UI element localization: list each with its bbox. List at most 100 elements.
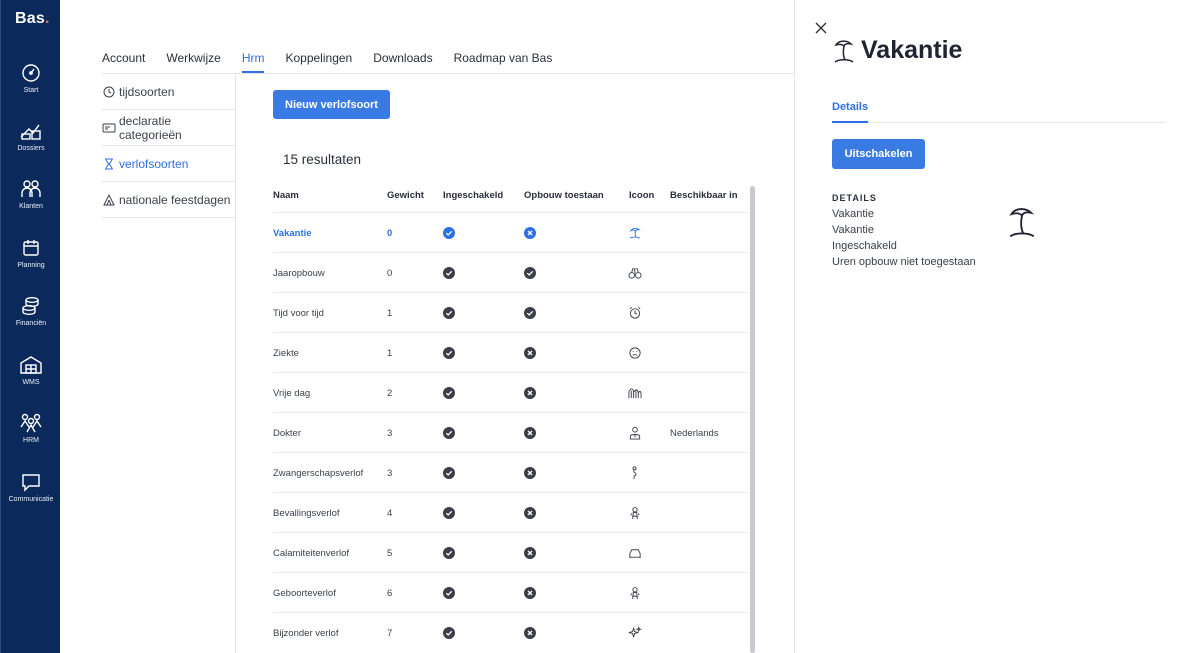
table-row[interactable]: Calamiteitenverlof 5 — [273, 532, 748, 572]
col-header-icoon[interactable]: Icoon — [629, 190, 654, 201]
nav-item-communicatie[interactable]: Communicatie — [1, 472, 61, 503]
sparkles-icon — [628, 613, 642, 653]
cell-gewicht: 3 — [387, 427, 393, 439]
palm-tree-icon — [832, 38, 856, 69]
detail-palm-tree-icon — [1006, 205, 1038, 244]
col-header-gewicht[interactable]: Gewicht — [387, 190, 424, 201]
panel-divider — [794, 0, 795, 653]
x-circle-icon — [524, 213, 536, 253]
detail-status: Ingeschakeld — [832, 240, 897, 252]
x-circle-icon — [524, 373, 536, 413]
col-header-beschikbaar[interactable]: Beschikbaar in — [670, 190, 738, 201]
col-header-naam[interactable]: Naam — [273, 190, 299, 201]
tab-koppelingen[interactable]: Koppelingen — [285, 51, 352, 73]
left-navigation: Bas. Start Dossiers Klanten Planning Fin… — [0, 0, 60, 653]
nav-item-klanten[interactable]: Klanten — [1, 179, 61, 210]
table-row[interactable]: Vrije dag 2 — [273, 372, 748, 412]
table-row[interactable]: Zwangerschapsverlof 3 — [273, 452, 748, 492]
tab-downloads[interactable]: Downloads — [373, 51, 432, 73]
table-row[interactable]: Bijzonder verlof 7 — [273, 612, 748, 652]
nav-item-start[interactable]: Start — [1, 63, 61, 94]
table-row[interactable]: Jaaropbouw 0 — [273, 252, 748, 292]
check-circle-icon — [443, 493, 455, 533]
hourglass-icon — [102, 157, 116, 171]
alarm-clock-icon — [628, 293, 642, 333]
nav-item-hrm[interactable]: HRM — [1, 413, 61, 444]
clock-icon — [102, 85, 116, 99]
table-row[interactable]: Vakantie 0 — [273, 212, 748, 252]
subnav-item-tijdsoorten[interactable]: tijdsoorten — [102, 74, 236, 110]
ambulance-icon — [628, 533, 642, 573]
cell-naam: Dokter — [273, 427, 301, 439]
subnav-item-feestdagen[interactable]: nationale feestdagen — [102, 182, 236, 218]
brand-logo[interactable]: Bas. — [15, 10, 50, 28]
hrm-subnav: tijdsoorten declaratie categorieën verlo… — [102, 74, 236, 218]
nav-label-dossiers: Dossiers — [17, 145, 45, 152]
table-row[interactable]: Tijd voor tijd 1 — [273, 292, 748, 332]
nav-item-dossiers[interactable]: Dossiers — [1, 121, 61, 152]
cell-gewicht: 6 — [387, 587, 393, 599]
tab-account[interactable]: Account — [102, 51, 145, 73]
coins-icon — [22, 297, 39, 316]
disable-button[interactable]: Uitschakelen — [832, 139, 925, 169]
warehouse-icon — [20, 356, 42, 374]
table-row[interactable]: Ziekte 1 — [273, 332, 748, 372]
nav-label-planning: Planning — [17, 262, 45, 269]
table-row[interactable]: Dokter 3 Nederlands — [273, 412, 748, 452]
new-leave-type-button[interactable]: Nieuw verlofsoort — [273, 90, 390, 119]
x-circle-icon — [524, 493, 536, 533]
subnav-label: verlofsoorten — [119, 156, 189, 171]
nav-label-start: Start — [23, 87, 39, 94]
subnav-label: tijdsoorten — [119, 84, 175, 99]
customers-icon — [21, 180, 41, 197]
close-icon[interactable] — [815, 21, 827, 39]
subnav-item-declaratie[interactable]: declaratie categorieën — [102, 110, 236, 146]
col-header-opbouw[interactable]: Opbouw toestaan — [524, 190, 604, 201]
nav-label-wms: WMS — [22, 379, 40, 386]
tab-details[interactable]: Details — [832, 101, 868, 113]
nav-item-wms[interactable]: WMS — [1, 355, 61, 386]
col-header-ingeschakeld[interactable]: Ingeschakeld — [443, 190, 503, 201]
detail-label: Vakantie — [832, 224, 874, 236]
sick-face-icon — [628, 333, 642, 373]
speedometer-icon — [22, 64, 40, 82]
settings-tabs: Account Werkwijze Hrm Koppelingen Downlo… — [102, 51, 573, 73]
check-circle-icon — [443, 613, 455, 653]
cell-gewicht: 1 — [387, 307, 393, 319]
detail-accrual: Uren opbouw niet toegestaan — [832, 256, 976, 268]
table-row[interactable]: Bevallingsverlof 4 — [273, 492, 748, 532]
cell-naam: Jaaropbouw — [273, 267, 325, 279]
cell-gewicht: 3 — [387, 467, 393, 479]
sidebar-divider — [235, 74, 236, 653]
x-circle-icon — [524, 453, 536, 493]
nav-label-financien: Financiën — [15, 320, 47, 327]
table-scrollbar-thumb[interactable] — [750, 186, 755, 653]
check-circle-icon — [443, 293, 455, 333]
panel-title: Vakantie — [861, 36, 963, 64]
nav-item-financien[interactable]: Financiën — [1, 296, 61, 327]
tab-werkwijze[interactable]: Werkwijze — [166, 51, 220, 73]
tab-hrm[interactable]: Hrm — [241, 51, 265, 73]
chat-icon — [22, 474, 40, 492]
cell-naam: Tijd voor tijd — [273, 307, 324, 319]
table-row[interactable]: Geboorteverlof 6 — [273, 572, 748, 612]
check-circle-icon — [524, 293, 536, 333]
check-circle-icon — [443, 533, 455, 573]
cell-naam: Bijzonder verlof — [273, 627, 339, 639]
nav-item-planning[interactable]: Planning — [1, 238, 61, 269]
doctor-icon — [628, 413, 642, 453]
cell-gewicht: 2 — [387, 387, 393, 399]
cell-gewicht: 7 — [387, 627, 393, 639]
cell-naam: Ziekte — [273, 347, 299, 359]
tent-icon — [102, 193, 116, 207]
subnav-label: nationale feestdagen — [119, 192, 231, 207]
cell-gewicht: 0 — [387, 267, 393, 279]
subnav-item-verlofsoorten[interactable]: verlofsoorten — [102, 146, 236, 182]
nav-label-communicatie: Communicatie — [8, 496, 54, 503]
x-circle-icon — [524, 333, 536, 373]
tab-roadmap[interactable]: Roadmap van Bas — [454, 51, 553, 73]
cell-gewicht: 5 — [387, 547, 393, 559]
check-circle-icon — [443, 373, 455, 413]
check-circle-icon — [443, 333, 455, 373]
cell-naam: Calamiteitenverlof — [273, 547, 350, 559]
